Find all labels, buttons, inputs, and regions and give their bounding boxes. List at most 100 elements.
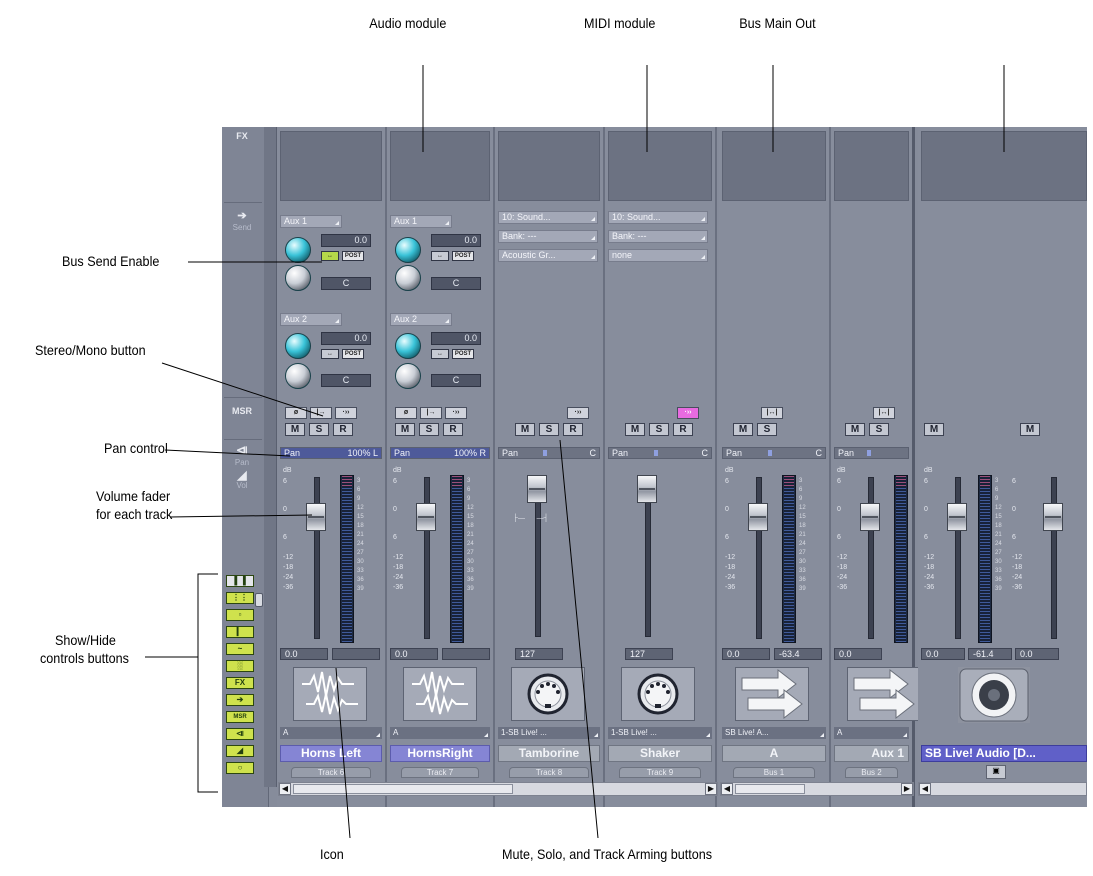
show-hide-pan-button[interactable]: ⋮⋮	[226, 592, 254, 604]
track-icon[interactable]	[511, 667, 585, 721]
midi-port-select[interactable]: 10: Sound...	[608, 211, 708, 224]
track-name[interactable]: Shaker	[608, 745, 712, 762]
fx-slot[interactable]	[834, 131, 909, 201]
pan-control[interactable]: Pan	[834, 447, 909, 459]
show-hide-volume-button[interactable]: ▫	[226, 609, 254, 621]
input-echo-button[interactable]: ·››	[335, 407, 357, 419]
aux2-send-pan-knob[interactable]	[285, 363, 311, 389]
mute-button[interactable]: M	[285, 423, 305, 436]
aux1-send-pan-value[interactable]: C	[431, 277, 481, 290]
aux2-send-pan-knob[interactable]	[395, 363, 421, 389]
volume-value[interactable]: 0.0	[280, 648, 328, 660]
fx-slot[interactable]	[608, 131, 712, 201]
volume-fader-handle[interactable]	[416, 503, 436, 531]
bus-send-enable-button[interactable]: ↔	[321, 251, 339, 261]
send-arrow-icon[interactable]: ➔	[222, 209, 262, 222]
aux1-send-select[interactable]: Aux 1	[390, 215, 452, 228]
aux2-send-enable-button[interactable]: ↔	[431, 349, 449, 359]
volume-value[interactable]: 0.0	[722, 648, 770, 660]
record-arm-button[interactable]: R	[673, 423, 693, 436]
mute-button[interactable]: M	[395, 423, 415, 436]
buses-scrollbar[interactable]: ◀ ▶	[720, 782, 914, 796]
volume-value[interactable]: 127	[515, 648, 563, 660]
phase-invert-button[interactable]: ø	[395, 407, 417, 419]
track-icon[interactable]	[621, 667, 695, 721]
aux1-send-select[interactable]: Aux 1	[280, 215, 342, 228]
main-out-icon[interactable]	[958, 667, 1030, 723]
meter-peak-value[interactable]: -61.4	[968, 648, 1012, 660]
aux1-send-level-knob[interactable]	[285, 237, 311, 263]
msr-panel-label[interactable]: MSR	[222, 406, 262, 416]
track-icon[interactable]	[403, 667, 477, 721]
show-hide-fx-button[interactable]: FX	[226, 677, 254, 689]
aux1-send-value[interactable]: 0.0	[431, 234, 481, 247]
volume-fader-handle[interactable]	[306, 503, 326, 531]
midi-bank-select[interactable]: Bank: ---	[608, 230, 708, 243]
volume-fader-handle[interactable]	[637, 475, 657, 503]
midi-port-select[interactable]: 10: Sound...	[498, 211, 598, 224]
solo-button[interactable]: S	[869, 423, 889, 436]
scroll-thumb[interactable]	[293, 784, 513, 794]
fx-slot[interactable]	[921, 131, 1087, 201]
bus-name[interactable]: Aux 1	[834, 745, 909, 762]
volume-fader-track[interactable]	[756, 477, 762, 639]
fx-slot[interactable]	[390, 131, 490, 201]
bus-icon[interactable]	[847, 667, 921, 721]
show-hide-wave-button[interactable]: ~	[226, 643, 254, 655]
output-select[interactable]: A	[390, 727, 490, 739]
aux1-send-pan-knob[interactable]	[285, 265, 311, 291]
show-hide-icon-button[interactable]: ○	[226, 762, 254, 774]
aux2-post-button[interactable]: POST	[452, 349, 474, 359]
volume-value-left[interactable]: 0.0	[921, 648, 965, 660]
midi-patch-select[interactable]: Acoustic Gr...	[498, 249, 598, 262]
track-name[interactable]: Tamborine	[498, 745, 600, 762]
bus-name[interactable]: A	[722, 745, 826, 762]
aux2-post-button[interactable]: POST	[342, 349, 364, 359]
fx-slot[interactable]	[722, 131, 826, 201]
aux2-send-level-knob[interactable]	[395, 333, 421, 359]
volume-fader-handle-left[interactable]	[947, 503, 967, 531]
show-hide-io-button[interactable]: ▌▐	[226, 575, 254, 587]
mute-button[interactable]: M	[845, 423, 865, 436]
aux2-send-level-knob[interactable]	[285, 333, 311, 359]
aux1-post-button[interactable]: POST	[342, 251, 364, 261]
solo-button[interactable]: S	[309, 423, 329, 436]
volume-value[interactable]: 0.0	[834, 648, 882, 660]
solo-button[interactable]: S	[757, 423, 777, 436]
output-select[interactable]: 1-SB Live! ...	[608, 727, 712, 739]
input-echo-button-active[interactable]: ·››	[677, 407, 699, 419]
aux2-send-pan-value[interactable]: C	[321, 374, 371, 387]
volume-fader-handle[interactable]	[860, 503, 880, 531]
pan-control[interactable]: Pan C	[608, 447, 712, 459]
scroll-right-arrow-icon[interactable]: ▶	[901, 783, 913, 795]
aux1-send-level-knob[interactable]	[395, 237, 421, 263]
solo-button[interactable]: S	[649, 423, 669, 436]
volume-fader-track-left[interactable]	[955, 477, 961, 639]
vol-wedge-icon[interactable]: ◢	[222, 468, 262, 482]
aux1-send-enable-button[interactable]: ↔	[431, 251, 449, 261]
volume-fader-handle-right[interactable]	[1043, 503, 1063, 531]
volume-value[interactable]: 0.0	[390, 648, 438, 660]
aux2-send-select[interactable]: Aux 2	[390, 313, 452, 326]
input-echo-button[interactable]: ·››	[567, 407, 589, 419]
aux1-send-pan-value[interactable]: C	[321, 277, 371, 290]
pan-control[interactable]: Pan C	[722, 447, 826, 459]
show-hide-pan-bowtie-button[interactable]: ⧏	[226, 728, 254, 740]
output-select[interactable]: 1-SB Live! ...	[498, 727, 600, 739]
scroll-left-arrow-icon[interactable]: ◀	[279, 783, 291, 795]
aux1-post-button[interactable]: POST	[452, 251, 474, 261]
volume-fader-handle[interactable]	[748, 503, 768, 531]
main-out-name[interactable]: SB Live! Audio [D...	[921, 745, 1087, 762]
input-echo-button[interactable]: ·››	[445, 407, 467, 419]
mute-right-button[interactable]: M	[1020, 423, 1040, 436]
fx-slot[interactable]	[280, 131, 382, 201]
pan-bowtie-icon[interactable]: ⧏	[222, 443, 262, 457]
fx-panel-label[interactable]: FX	[222, 131, 262, 141]
show-hide-vol-button[interactable]: ◢	[226, 745, 254, 757]
show-hide-msr-button[interactable]: MSR	[226, 711, 254, 723]
show-hide-meter-button[interactable]: ░	[226, 660, 254, 672]
stereo-mono-button[interactable]: |↔|	[761, 407, 783, 419]
record-arm-button[interactable]: R	[443, 423, 463, 436]
record-arm-button[interactable]: R	[333, 423, 353, 436]
volume-fader-track[interactable]	[868, 477, 874, 639]
